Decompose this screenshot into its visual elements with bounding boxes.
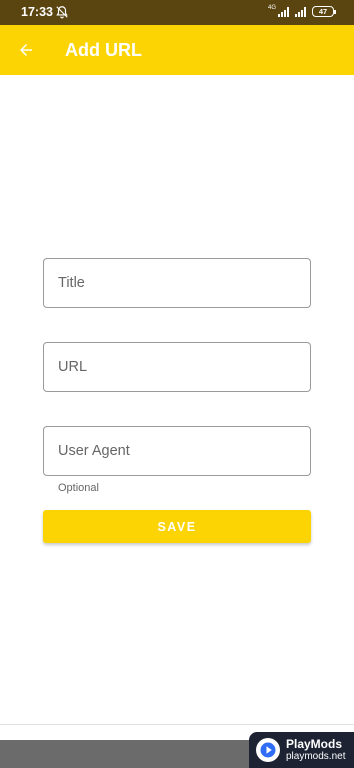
network-type-label: 4G (267, 4, 276, 11)
url-field[interactable] (43, 342, 311, 392)
url-input[interactable] (44, 343, 310, 391)
app-bar: Add URL (0, 25, 354, 75)
watermark-domain: playmods.net (286, 751, 346, 762)
status-time: 17:33 (21, 5, 53, 19)
signal-icon-secondary (295, 6, 306, 17)
back-button[interactable] (10, 33, 42, 67)
user-agent-helper-text: Optional (58, 482, 99, 494)
watermark-badge: PlayMods playmods.net (249, 732, 354, 768)
page-title: Add URL (65, 40, 142, 60)
status-indicators: 4G 47 (267, 4, 336, 17)
battery-level: 47 (312, 6, 334, 17)
user-agent-input[interactable] (44, 427, 310, 475)
title-input[interactable] (44, 259, 310, 307)
bell-muted-icon (56, 6, 68, 19)
signal-icon (278, 6, 289, 17)
save-button[interactable]: SAVE (43, 510, 311, 543)
user-agent-field[interactable] (43, 426, 311, 476)
bottom-divider (0, 724, 354, 725)
watermark-name: PlayMods (286, 737, 343, 751)
battery-icon: 47 (312, 6, 336, 17)
status-bar: 17:33 4G 47 (0, 0, 354, 25)
arrow-back-icon (20, 44, 32, 56)
playmods-logo-icon (256, 738, 280, 762)
title-field[interactable] (43, 258, 311, 308)
